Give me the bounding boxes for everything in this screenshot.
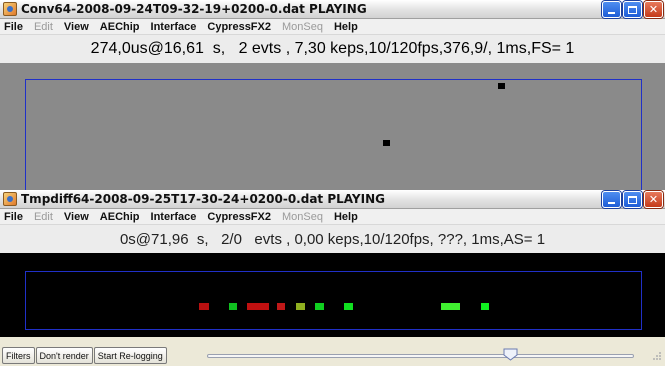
menu-file[interactable]: File <box>4 21 23 33</box>
maximize-icon <box>628 195 637 204</box>
playback-slider[interactable] <box>207 354 634 358</box>
minimize-icon <box>608 11 615 14</box>
event-pixel <box>498 83 505 89</box>
event-pixel <box>277 303 285 310</box>
window-title: Tmpdiff64-2008-09-25T17-30-24+0200-0.dat… <box>21 192 385 206</box>
status-line: 0s@71,96 s, 2/0 evts , 0,00 keps,10/120f… <box>0 225 665 253</box>
event-display-canvas[interactable] <box>0 63 665 199</box>
window-title: Conv64-2008-09-24T09-32-19+0200-0.dat PL… <box>21 2 367 16</box>
close-button[interactable]: ✕ <box>644 191 663 208</box>
menu-interface[interactable]: Interface <box>151 21 197 33</box>
dont-render-button[interactable]: Don't render <box>35 347 93 364</box>
event-pixel <box>481 303 489 310</box>
title-bar[interactable]: Conv64-2008-09-24T09-32-19+0200-0.dat PL… <box>0 0 665 19</box>
filters-button[interactable]: Filters <box>2 347 35 364</box>
menu-monseq[interactable]: MonSeq <box>282 211 323 223</box>
menu-view[interactable]: View <box>64 211 89 223</box>
menu-aechip[interactable]: AEChip <box>100 21 140 33</box>
viewer-window-tmpdiff64: Tmpdiff64-2008-09-25T17-30-24+0200-0.dat… <box>0 190 665 366</box>
event-pixel <box>441 303 460 310</box>
menu-aechip[interactable]: AEChip <box>100 211 140 223</box>
menu-file[interactable]: File <box>4 211 23 223</box>
menu-monseq[interactable]: MonSeq <box>282 21 323 33</box>
event-pixel <box>199 303 209 310</box>
minimize-button[interactable] <box>602 1 621 18</box>
event-pixel <box>383 140 390 146</box>
maximize-icon <box>628 5 637 14</box>
menu-view[interactable]: View <box>64 21 89 33</box>
menu-help[interactable]: Help <box>334 211 358 223</box>
close-button[interactable]: ✕ <box>644 1 663 18</box>
maximize-button[interactable] <box>623 191 642 208</box>
java-coffee-icon <box>3 2 17 16</box>
title-bar[interactable]: Tmpdiff64-2008-09-25T17-30-24+0200-0.dat… <box>0 190 665 209</box>
java-coffee-icon <box>3 192 17 206</box>
slider-thumb[interactable] <box>503 348 518 361</box>
close-icon: ✕ <box>648 3 659 16</box>
chip-frame <box>25 79 642 199</box>
viewer-window-conv64: Conv64-2008-09-24T09-32-19+0200-0.dat PL… <box>0 0 665 199</box>
control-bar: Filters Don't render Start Re-logging <box>0 345 665 366</box>
chip-frame <box>25 271 642 330</box>
menu-bar: File Edit View AEChip Interface CypressF… <box>0 19 665 35</box>
menu-cypressfx2[interactable]: CypressFX2 <box>207 21 271 33</box>
status-line: 274,0us@16,61 s, 2 evts , 7,30 keps,10/1… <box>0 35 665 63</box>
menu-help[interactable]: Help <box>334 21 358 33</box>
resize-grip-icon[interactable] <box>652 351 662 361</box>
event-pixel <box>229 303 237 310</box>
event-display-canvas[interactable] <box>0 253 665 337</box>
start-relogging-button[interactable]: Start Re-logging <box>93 347 167 364</box>
minimize-button[interactable] <box>602 191 621 208</box>
menu-edit[interactable]: Edit <box>34 211 53 223</box>
event-pixel <box>247 303 269 310</box>
event-pixel <box>296 303 305 310</box>
event-pixel <box>315 303 324 310</box>
close-icon: ✕ <box>648 193 659 206</box>
menu-interface[interactable]: Interface <box>151 211 197 223</box>
minimize-icon <box>608 201 615 204</box>
menu-edit[interactable]: Edit <box>34 21 53 33</box>
menu-cypressfx2[interactable]: CypressFX2 <box>207 211 271 223</box>
menu-bar: File Edit View AEChip Interface CypressF… <box>0 209 665 225</box>
maximize-button[interactable] <box>623 1 642 18</box>
event-pixel <box>344 303 353 310</box>
